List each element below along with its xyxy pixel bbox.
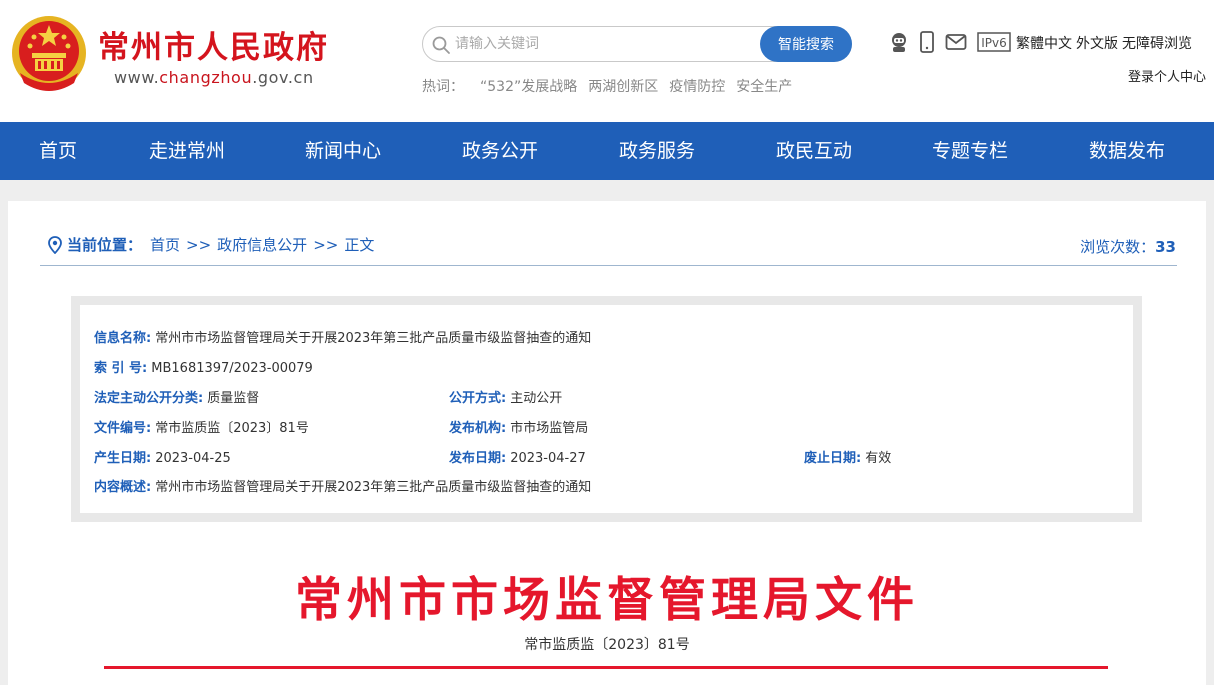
- breadcrumb-label: 当前位置：: [67, 236, 143, 254]
- info-table: 信息名称: 常州市市场监督管理局关于开展2023年第三批产品质量市级监督抽查的通知…: [80, 305, 1133, 513]
- info-value: 主动公开: [510, 391, 563, 406]
- info-row-docno: 文件编号: 常市监质监〔2023〕81号: [94, 417, 309, 436]
- info-key: 信息名称:: [94, 331, 152, 346]
- utility-icons: IPv6: [889, 30, 1021, 54]
- document-red-rule: [104, 666, 1108, 669]
- domain-prefix: www.: [114, 68, 160, 87]
- info-key: 公开方式:: [449, 391, 507, 406]
- hotword-link[interactable]: “532”发展战略: [480, 79, 577, 95]
- breadcrumb-home[interactable]: 首页: [150, 234, 180, 255]
- info-value: 常市监质监〔2023〕81号: [155, 421, 309, 436]
- breadcrumb-current: 正文: [344, 236, 375, 254]
- info-value: 常州市市场监督管理局关于开展2023年第三批产品质量市级监督抽查的通知: [155, 331, 592, 346]
- hotwords: 热词： “532”发展战略 两湖创新区 疫情防控 安全生产: [422, 76, 803, 96]
- info-key: 废止日期:: [804, 451, 862, 466]
- search-box: 智能搜索: [422, 26, 852, 62]
- info-panel: 信息名称: 常州市市场监督管理局关于开展2023年第三批产品质量市级监督抽查的通知…: [71, 296, 1142, 522]
- national-emblem-icon[interactable]: [10, 13, 88, 95]
- nav-data-release[interactable]: 数据发布: [1089, 122, 1165, 180]
- nav-gov-services[interactable]: 政务服务: [619, 122, 695, 180]
- smart-search-button[interactable]: 智能搜索: [760, 26, 852, 62]
- nav-interaction[interactable]: 政民互动: [776, 122, 852, 180]
- accessibility-link[interactable]: 无障碍浏览: [1122, 36, 1192, 52]
- domain-brand: changzhou: [159, 68, 253, 87]
- info-key: 文件编号:: [94, 421, 152, 436]
- view-count-label: 浏览次数：: [1080, 238, 1156, 256]
- info-key: 产生日期:: [94, 451, 152, 466]
- info-value: 2023-04-25: [155, 451, 231, 466]
- info-row-summary: 内容概述: 常州市市场监督管理局关于开展2023年第三批产品质量市级监督抽查的通知: [94, 476, 591, 495]
- nav-news[interactable]: 新闻中心: [305, 122, 381, 180]
- language-links: 繁體中文 外文版 无障碍浏览: [1016, 33, 1196, 53]
- info-key: 发布日期:: [449, 451, 507, 466]
- hotwords-label: 热词：: [422, 79, 464, 95]
- site-header: 常州市人民政府 www.changzhou.gov.cn 智能搜索 热词： “53…: [0, 0, 1214, 122]
- info-value: 2023-04-27: [510, 451, 586, 466]
- breadcrumb: 当前位置： 首页 >> 政府信息公开 >> 正文: [48, 234, 374, 255]
- info-row-issuer: 发布机构: 市市场监管局: [449, 417, 588, 436]
- info-value: 市市场监管局: [510, 421, 589, 436]
- info-row-category: 法定主动公开分类: 质量监督: [94, 387, 259, 406]
- site-title[interactable]: 常州市人民政府: [98, 30, 329, 66]
- nav-about-changzhou[interactable]: 走进常州: [149, 122, 225, 180]
- info-row-method: 公开方式: 主动公开: [449, 387, 562, 406]
- search-icon: [432, 36, 450, 54]
- info-key: 法定主动公开分类:: [94, 391, 204, 406]
- ipv6-icon[interactable]: IPv6: [977, 32, 1011, 52]
- hotword-link[interactable]: 疫情防控: [669, 79, 725, 95]
- nav-home[interactable]: 首页: [39, 122, 77, 180]
- nav-gov-affairs-open[interactable]: 政务公开: [462, 122, 538, 180]
- breadcrumb-gov-info[interactable]: 政府信息公开: [217, 234, 307, 255]
- main-nav: 首页 走进常州 新闻中心 政务公开 政务服务 政民互动 专题专栏 数据发布: [0, 122, 1214, 180]
- info-value: 常州市市场监督管理局关于开展2023年第三批产品质量市级监督抽查的通知: [155, 480, 592, 495]
- site-domain: www.changzhou.gov.cn: [114, 68, 314, 87]
- domain-suffix: .gov.cn: [252, 68, 314, 87]
- location-pin-icon: [48, 235, 62, 254]
- ipv6-label: IPv6: [981, 36, 1007, 50]
- nav-special-topics[interactable]: 专题专栏: [932, 122, 1008, 180]
- robot-icon[interactable]: [889, 31, 909, 53]
- info-row-created: 产生日期: 2023-04-25: [94, 447, 231, 466]
- info-value: 有效: [865, 451, 892, 466]
- view-count-number: 33: [1155, 238, 1176, 256]
- breadcrumb-separator: >>: [186, 235, 212, 254]
- info-key: 内容概述:: [94, 480, 152, 495]
- search-input[interactable]: [455, 31, 755, 57]
- info-value: MB1681397/2023-00079: [151, 361, 313, 376]
- view-count: 浏览次数：33: [1080, 236, 1176, 257]
- document-number: 常市监质监〔2023〕81号: [524, 637, 690, 653]
- info-row-name: 信息名称: 常州市市场监督管理局关于开展2023年第三批产品质量市级监督抽查的通知: [94, 327, 591, 346]
- mail-icon[interactable]: [945, 33, 967, 51]
- login-link[interactable]: 登录个人中心: [1128, 66, 1206, 85]
- content-card: 当前位置： 首页 >> 政府信息公开 >> 正文 浏览次数：33 信息名称: 常州…: [8, 201, 1206, 685]
- info-key: 发布机构:: [449, 421, 507, 436]
- hotword-link[interactable]: 安全生产: [736, 79, 792, 95]
- info-row-index: 索 引 号: MB1681397/2023-00079: [94, 357, 313, 376]
- foreign-version-link[interactable]: 外文版: [1076, 36, 1118, 52]
- hotword-link[interactable]: 两湖创新区: [588, 79, 658, 95]
- mobile-icon[interactable]: [919, 31, 935, 53]
- info-key: 索 引 号:: [94, 361, 148, 376]
- traditional-chinese-link[interactable]: 繁體中文: [1016, 36, 1072, 52]
- info-row-published: 发布日期: 2023-04-27: [449, 447, 586, 466]
- info-value: 质量监督: [207, 391, 260, 406]
- document-title: 常州市市场监督管理局文件: [295, 573, 919, 628]
- breadcrumb-separator: >>: [313, 235, 339, 254]
- breadcrumb-divider: [40, 265, 1177, 266]
- info-row-abolish: 废止日期: 有效: [804, 447, 891, 466]
